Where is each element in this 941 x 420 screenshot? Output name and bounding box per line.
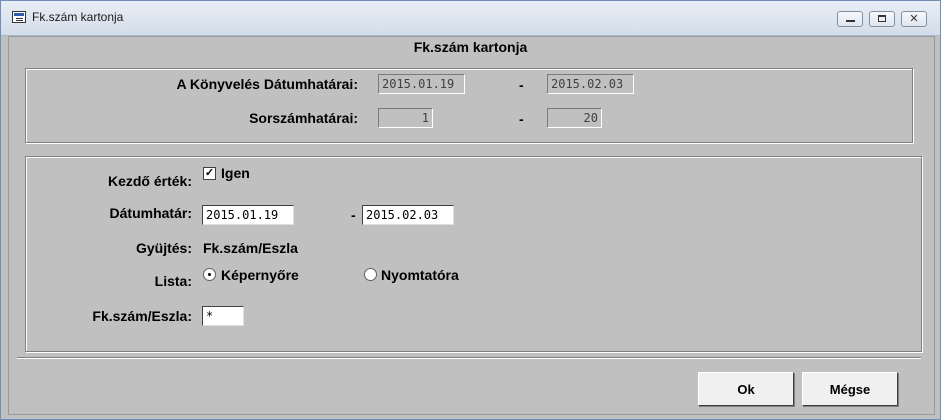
accounting-date-from-field: 2015.01.19 — [378, 74, 465, 94]
date-limit-from-input[interactable]: 2015.01.19 — [202, 205, 294, 225]
minimize-button[interactable] — [837, 11, 863, 27]
checkmark-icon: ✓ — [204, 167, 215, 179]
serial-to-field: 20 — [547, 108, 602, 128]
list-option-screen-radio[interactable] — [203, 268, 216, 281]
ok-button[interactable]: Ok — [698, 372, 794, 406]
list-option-printer-radio[interactable] — [364, 268, 377, 281]
fk-account-label: Fk.szám/Eszla: — [92, 308, 192, 324]
cancel-button[interactable]: Mégse — [802, 372, 898, 406]
initial-value-label: Kezdő érték: — [107, 173, 192, 189]
collection-value: Fk.szám/Eszla — [203, 240, 298, 256]
accounting-date-to-field: 2015.02.03 — [547, 74, 634, 94]
list-label: Lista: — [154, 273, 192, 289]
fk-account-input[interactable]: * — [202, 306, 244, 326]
date-limit-dash: - — [351, 207, 356, 223]
separator — [17, 357, 921, 359]
form-heading: Fk.szám kartonja — [413, 39, 528, 55]
initial-value-option-label[interactable]: Igen — [221, 165, 250, 181]
date-limit-to-input[interactable]: 2015.02.03 — [362, 205, 454, 225]
maximize-button[interactable] — [869, 11, 895, 27]
list-option-screen-label[interactable]: Képernyőre — [221, 267, 299, 283]
close-icon: ✕ — [909, 13, 919, 25]
date-limit-label: Dátumhatár: — [109, 205, 192, 221]
collection-label: Gyüjtés: — [135, 240, 192, 256]
serial-from-field: 1 — [378, 108, 433, 128]
title-bar[interactable]: Fk.szám kartonja ✕ — [1, 1, 940, 36]
serial-range-dash: - — [519, 111, 524, 127]
form-window-icon[interactable] — [12, 11, 26, 23]
accounting-date-range-label: A Könyvelés Dátumhatárai: — [176, 76, 358, 92]
initial-value-checkbox[interactable]: ✓ — [203, 167, 216, 180]
list-option-printer-label[interactable]: Nyomtatóra — [381, 267, 459, 283]
close-button[interactable]: ✕ — [901, 11, 927, 27]
serial-range-label: Sorszámhatárai: — [249, 110, 358, 126]
date-range-dash: - — [519, 77, 524, 93]
window-title: Fk.szám kartonja — [32, 10, 124, 24]
